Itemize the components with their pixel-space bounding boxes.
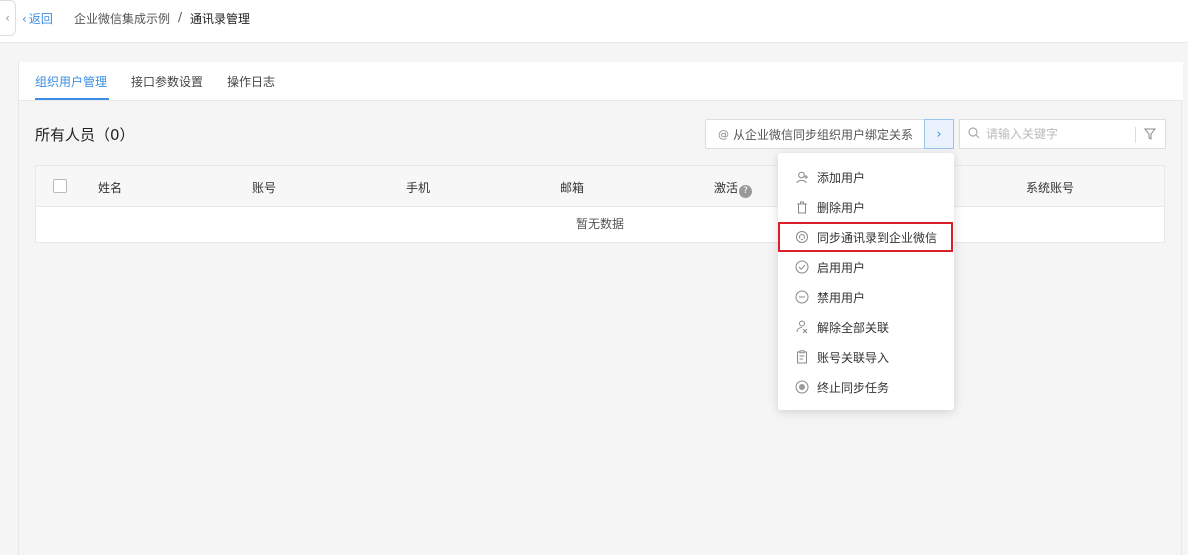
empty-state-text: 暂无数据	[575, 217, 624, 231]
breadcrumb-separator: /	[178, 10, 183, 24]
breadcrumb-current: 通讯录管理	[190, 12, 251, 26]
column-header-activated: 激活?	[714, 179, 753, 198]
column-header-system-account: 系统账号	[1026, 181, 1075, 195]
menu-item-label: 添加用户	[817, 170, 866, 185]
main-content: 组织用户管理 接口参数设置 操作日志 所有人员（0） @ 从企业微信同步组织用户…	[18, 62, 1183, 555]
stop-icon	[795, 380, 809, 394]
filter-icon[interactable]	[1143, 127, 1157, 144]
back-link[interactable]: ‹ 返回	[22, 10, 53, 27]
menu-item-stop-sync-task[interactable]: 终止同步任务	[778, 372, 954, 402]
breadcrumb-parent[interactable]: 企业微信集成示例	[74, 10, 170, 27]
table-header: 姓名 账号 手机 邮箱 激活? 系统账号	[36, 166, 1164, 207]
column-header-phone: 手机	[406, 181, 431, 195]
tab-org-user-management[interactable]: 组织用户管理	[35, 73, 107, 90]
users-table: 姓名 账号 手机 邮箱 激活? 系统账号 暂无数据	[35, 165, 1165, 243]
back-label: 返回	[28, 12, 53, 26]
top-bar: ‹ ‹ 返回 企业微信集成示例 / 通讯录管理	[0, 0, 1188, 43]
tab-operation-log[interactable]: 操作日志	[227, 73, 275, 90]
menu-item-sync-to-wecom[interactable]: 同步通讯录到企业微信	[778, 222, 953, 252]
menu-item-unlink-all[interactable]: 解除全部关联	[778, 312, 954, 342]
trash-icon	[795, 200, 809, 214]
menu-item-enable-user[interactable]: 启用用户	[778, 252, 954, 282]
menu-item-label: 删除用户	[817, 200, 866, 215]
column-header-name: 姓名	[98, 181, 123, 195]
sync-from-wecom-button[interactable]: @ 从企业微信同步组织用户绑定关系	[705, 119, 925, 149]
menu-item-add-user[interactable]: 添加用户	[778, 162, 954, 192]
search-input[interactable]	[986, 127, 1136, 141]
search-icon	[968, 126, 980, 142]
tab-bar: 组织用户管理 接口参数设置 操作日志	[19, 62, 1183, 101]
chevron-right-icon: ›	[936, 126, 942, 142]
unlink-icon	[795, 320, 809, 334]
sync-button-label: 从企业微信同步组织用户绑定关系	[733, 127, 914, 142]
chevron-left-icon: ‹	[22, 11, 27, 26]
search-box	[959, 119, 1166, 149]
more-actions-button[interactable]: ›	[924, 119, 954, 149]
sync-icon	[795, 230, 809, 244]
menu-item-delete-user[interactable]: 删除用户	[778, 192, 954, 222]
tab-api-settings[interactable]: 接口参数设置	[131, 73, 203, 90]
menu-item-label: 同步通讯录到企业微信	[817, 230, 938, 245]
actions-dropdown-menu: 添加用户 删除用户 同步通讯录到企业微信 启用用户 禁用用户 解除全部关联 账号…	[778, 153, 954, 410]
menu-item-disable-user[interactable]: 禁用用户	[778, 282, 954, 312]
column-header-activated-label: 激活	[714, 181, 739, 195]
page-title: 所有人员（0）	[35, 126, 135, 144]
at-icon: @	[718, 127, 729, 141]
user-add-icon	[795, 170, 809, 184]
column-header-email: 邮箱	[560, 181, 585, 195]
menu-item-label: 禁用用户	[817, 290, 866, 305]
divider	[1135, 127, 1136, 143]
sidebar-toggle-button[interactable]: ‹	[0, 0, 16, 36]
menu-item-label: 解除全部关联	[817, 320, 890, 335]
menu-item-account-link-import[interactable]: 账号关联导入	[778, 342, 954, 372]
menu-item-label: 账号关联导入	[817, 350, 890, 365]
menu-item-label: 终止同步任务	[817, 380, 890, 395]
active-tab-indicator	[35, 98, 109, 100]
help-icon[interactable]: ?	[739, 185, 753, 198]
check-circle-icon	[795, 260, 809, 274]
import-icon	[795, 350, 809, 364]
menu-item-label: 启用用户	[817, 260, 866, 275]
minus-circle-icon	[795, 290, 809, 304]
select-all-checkbox[interactable]	[53, 179, 67, 193]
column-header-account: 账号	[252, 181, 277, 195]
